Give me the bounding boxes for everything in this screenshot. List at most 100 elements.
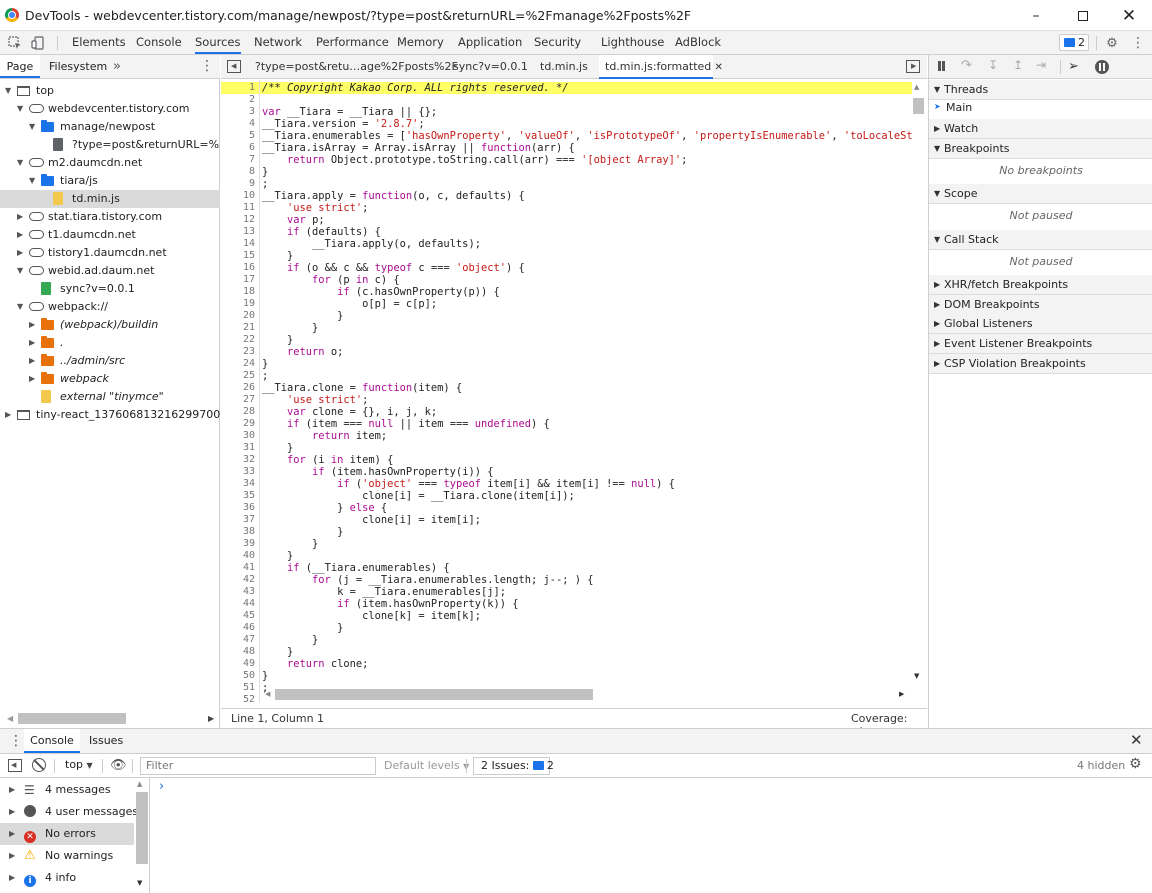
line-number[interactable]: 51 <box>221 682 255 694</box>
tree-item[interactable]: ▶ ../admin/src <box>0 352 220 370</box>
line-number[interactable]: 43 <box>221 586 255 598</box>
code-line[interactable]: 26 __Tiara.clone = function(item) { <box>221 382 912 394</box>
console-sidebar-toggle-icon[interactable]: ◀ <box>8 759 22 772</box>
console-sidebar-item[interactable]: ▶ ☰ 4 messages <box>0 779 134 801</box>
collapsed-arrow-icon[interactable]: ▶ <box>29 352 35 370</box>
tab-adblock[interactable]: AdBlock <box>675 31 721 54</box>
line-number[interactable]: 44 <box>221 598 255 610</box>
tree-item[interactable]: ▼ webdevcenter.tistory.com <box>0 100 220 118</box>
section-event-listener-breakpoints[interactable]: ▶ Event Listener Breakpoints <box>929 334 1152 354</box>
thread-main[interactable]: Main <box>946 101 972 114</box>
scroll-down-icon[interactable]: ▼ <box>914 672 919 680</box>
tab-page[interactable]: Page <box>0 55 40 78</box>
code-line[interactable]: 42 for (j = __Tiara.enumerables.length; … <box>221 574 912 586</box>
line-number[interactable]: 41 <box>221 562 255 574</box>
code-line[interactable]: 21 } <box>221 322 912 334</box>
line-number[interactable]: 16 <box>221 262 255 274</box>
more-tabs-icon[interactable]: » <box>113 55 121 78</box>
console-sidebar-item[interactable]: ▶ 4 user messages <box>0 801 138 823</box>
tab-elements[interactable]: Elements <box>72 31 126 54</box>
close-drawer-icon[interactable]: ✕ <box>1130 731 1143 749</box>
line-number[interactable]: 22 <box>221 334 255 346</box>
line-number[interactable]: 32 <box>221 454 255 466</box>
line-number[interactable]: 15 <box>221 250 255 262</box>
line-number[interactable]: 13 <box>221 226 255 238</box>
close-window-button[interactable]: ✕ <box>1106 0 1152 31</box>
expanded-arrow-icon[interactable]: ▼ <box>17 100 23 118</box>
line-number[interactable]: 28 <box>221 406 255 418</box>
section-xhr-fetch-breakpoints[interactable]: ▶ XHR/fetch Breakpoints <box>929 275 1152 295</box>
navigator-horizontal-scrollbar[interactable] <box>18 713 126 724</box>
code-line[interactable]: 37 clone[i] = item[i]; <box>221 514 912 526</box>
tree-item[interactable]: external "tinymce" <box>0 388 220 406</box>
line-number[interactable]: 11 <box>221 202 255 214</box>
tree-item[interactable]: ?type=post&returnURL=%2Fmanage%2Fposts%2… <box>0 136 220 154</box>
step-into-icon[interactable]: ↧ <box>988 58 998 72</box>
line-number[interactable]: 14 <box>221 238 255 250</box>
line-number[interactable]: 3 <box>221 106 255 118</box>
minimize-button[interactable]: – <box>1013 0 1059 31</box>
code-line[interactable]: 33 if (item.hasOwnProperty(i)) { <box>221 466 912 478</box>
console-settings-gear-icon[interactable]: ⚙ <box>1129 756 1142 772</box>
code-line[interactable]: 2 <box>221 94 912 106</box>
tree-item[interactable]: ▼ m2.daumcdn.net <box>0 154 220 172</box>
console-filter-input[interactable]: Filter <box>140 757 376 775</box>
expanded-arrow-icon[interactable]: ▼ <box>5 82 11 100</box>
step-out-icon[interactable]: ↥ <box>1013 58 1023 72</box>
code-line[interactable]: 27 'use strict'; <box>221 394 912 406</box>
console-sidebar-item[interactable]: ▶ ✕ No errors <box>0 823 134 845</box>
line-number[interactable]: 9 <box>221 178 255 190</box>
line-number[interactable]: 47 <box>221 634 255 646</box>
scroll-up-icon[interactable]: ▲ <box>137 780 142 788</box>
console-sidebar-scrollbar[interactable] <box>136 792 148 864</box>
code-line[interactable]: 32 for (i in item) { <box>221 454 912 466</box>
code-line[interactable]: 3 var __Tiara = __Tiara || {}; <box>221 106 912 118</box>
code-line[interactable]: 8} <box>221 166 912 178</box>
section-threads[interactable]: ▼ Threads <box>929 80 1152 100</box>
editor-tab[interactable]: td.min.js:formatted ✕ <box>599 55 723 79</box>
scroll-right-icon[interactable]: ▶ <box>208 714 214 723</box>
code-line[interactable]: 23 return o; <box>221 346 912 358</box>
line-number[interactable]: 30 <box>221 430 255 442</box>
code-line[interactable]: 31 } <box>221 442 912 454</box>
code-line[interactable]: 29 if (item === null || item === undefin… <box>221 418 912 430</box>
maximize-button[interactable] <box>1060 0 1106 31</box>
code-line[interactable]: 18 if (c.hasOwnProperty(p)) { <box>221 286 912 298</box>
expanded-arrow-icon[interactable]: ▼ <box>17 262 23 280</box>
line-number[interactable]: 18 <box>221 286 255 298</box>
line-number[interactable]: 26 <box>221 382 255 394</box>
tab-performance[interactable]: Performance <box>316 31 389 54</box>
line-number[interactable]: 35 <box>221 490 255 502</box>
line-number[interactable]: 12 <box>221 214 255 226</box>
code-line[interactable]: 34 if ('object' === typeof item[i] && it… <box>221 478 912 490</box>
context-selector[interactable]: top ▼ <box>65 758 93 771</box>
settings-gear-icon[interactable]: ⚙ <box>1104 35 1120 51</box>
editor-tab[interactable]: td.min.js <box>534 55 592 79</box>
live-expression-eye-icon[interactable]: 👁 <box>110 758 127 773</box>
tab-security[interactable]: Security <box>534 31 581 54</box>
line-number[interactable]: 8 <box>221 166 255 178</box>
console-prompt-icon[interactable]: › <box>159 779 164 794</box>
tree-item[interactable]: ▶ tistory1.daumcdn.net <box>0 244 220 262</box>
line-number[interactable]: 2 <box>221 94 255 106</box>
code-line[interactable]: 5 __Tiara.enumerables = ['hasOwnProperty'… <box>221 130 912 142</box>
issues-counter-button[interactable]: 2 <box>1059 34 1089 51</box>
code-line[interactable]: 6 __Tiara.isArray = Array.isArray || func… <box>221 142 912 154</box>
pause-icon[interactable] <box>938 61 941 71</box>
editor-tab[interactable]: ?type=post&retu…age%2Fposts%2F <box>249 55 458 79</box>
step-icon[interactable]: ⇥ <box>1036 58 1046 72</box>
line-number[interactable]: 49 <box>221 658 255 670</box>
line-number[interactable]: 19 <box>221 298 255 310</box>
line-number[interactable]: 6 <box>221 142 255 154</box>
code-line[interactable]: 38 } <box>221 526 912 538</box>
code-line[interactable]: 35 clone[i] = __Tiara.clone(item[i]); <box>221 490 912 502</box>
line-number[interactable]: 42 <box>221 574 255 586</box>
tree-item[interactable]: ▶ webpack <box>0 370 220 388</box>
line-number[interactable]: 27 <box>221 394 255 406</box>
tree-item[interactable]: ▶ tiny-react_13760681321629970038584 <box>0 406 220 424</box>
section-call-stack[interactable]: ▼ Call Stack <box>929 230 1152 250</box>
toggle-navigator-icon[interactable]: ◀ <box>227 60 241 73</box>
code-line[interactable]: 16 if (o && c && typeof c === 'object') … <box>221 262 912 274</box>
collapsed-arrow-icon[interactable]: ▶ <box>17 244 23 262</box>
line-number[interactable]: 33 <box>221 466 255 478</box>
